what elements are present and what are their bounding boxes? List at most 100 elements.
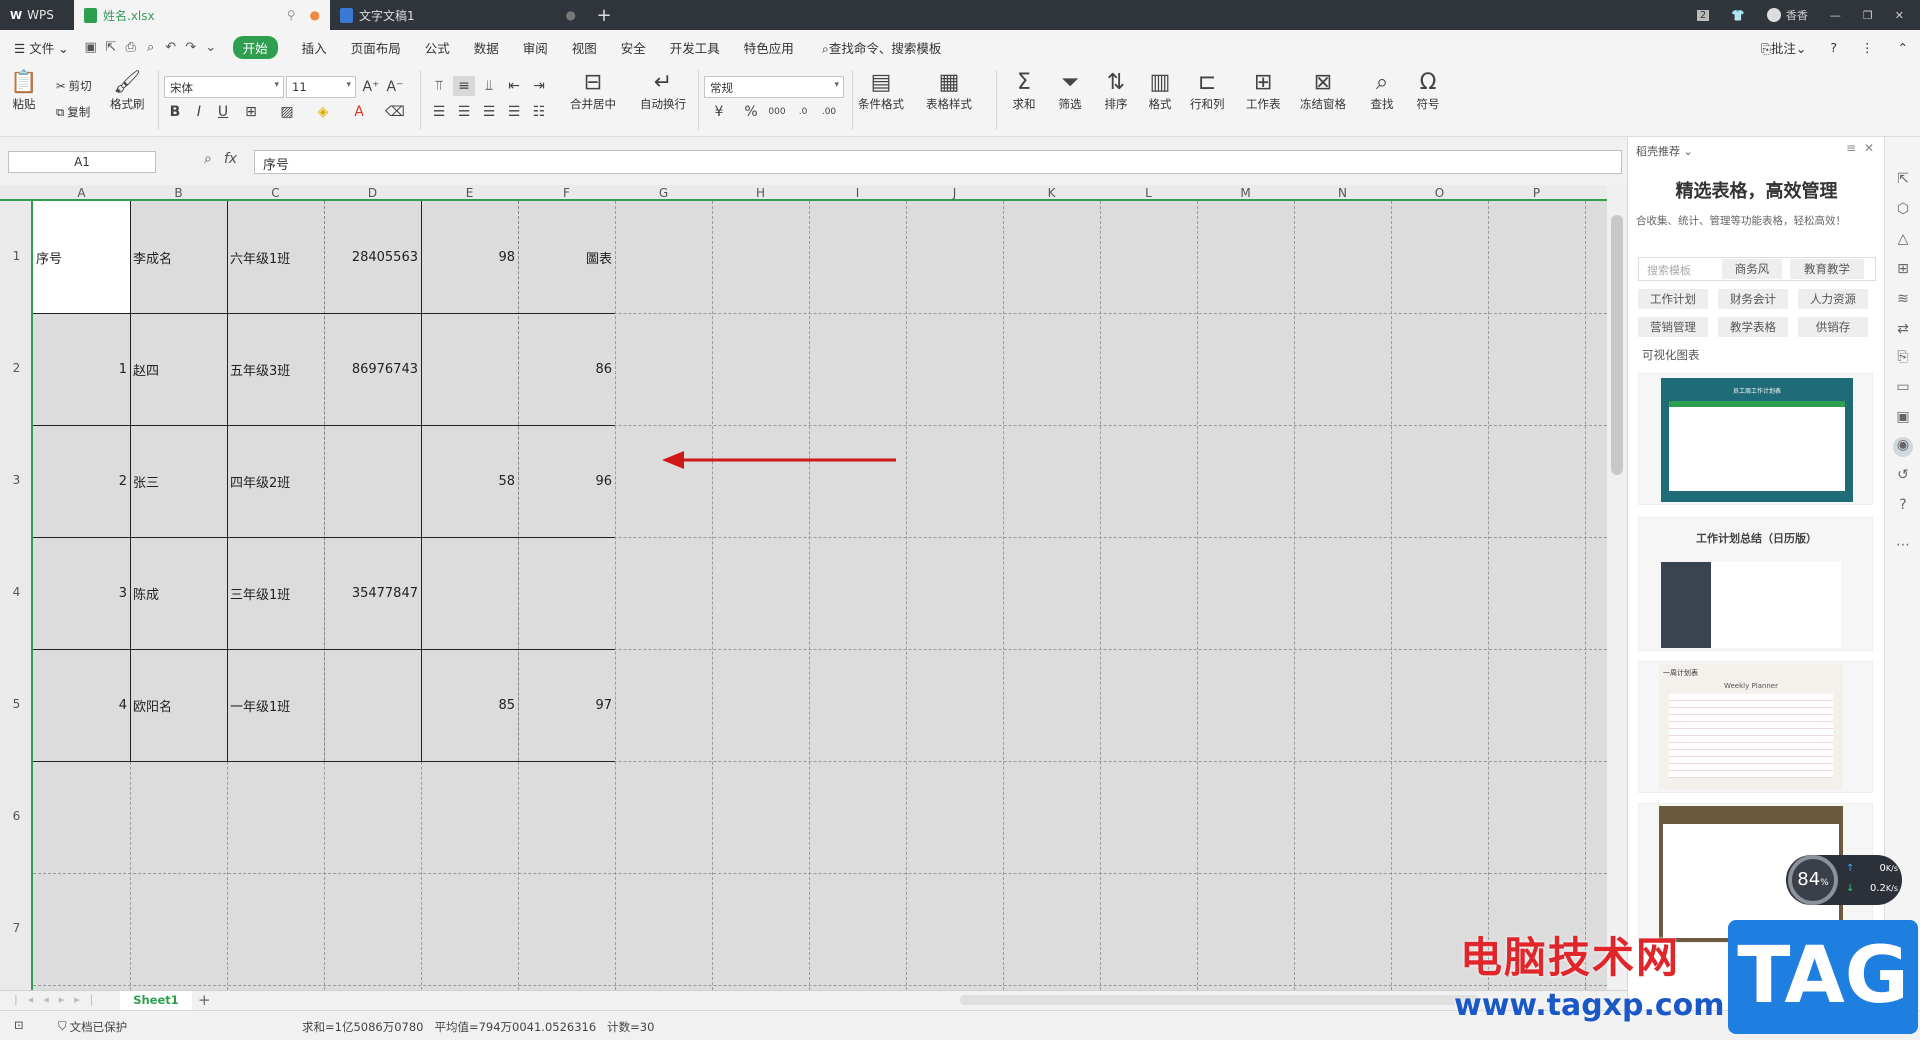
tab-review[interactable]: 审阅	[511, 38, 560, 57]
cell-c1[interactable]: 六年级1班	[227, 201, 324, 313]
format-painter-button[interactable]: 🖌 格式刷	[110, 68, 145, 112]
number-format-select[interactable]: 常规 ▾	[704, 76, 844, 98]
cell-d4[interactable]: 35477847	[324, 537, 421, 649]
tag-hr[interactable]: 人力资源	[1798, 289, 1868, 309]
column-header-d[interactable]: D	[324, 185, 421, 201]
select-icon[interactable]: ⇱	[1893, 171, 1913, 191]
cell-f3[interactable]: 96	[518, 425, 615, 537]
format-button[interactable]: ▥ 格式	[1146, 68, 1174, 112]
cell-e4[interactable]	[421, 537, 518, 649]
tag-education[interactable]: 教育教学	[1790, 259, 1864, 279]
copy-button[interactable]: ⧉ 复制	[56, 104, 90, 120]
decrease-font-icon[interactable]: A⁻	[384, 77, 406, 97]
tab-insert[interactable]: 插入	[290, 38, 339, 57]
thousands-icon[interactable]: 000	[766, 102, 788, 122]
column-header-g[interactable]: G	[615, 185, 712, 201]
row-header-2[interactable]: 2	[0, 361, 33, 375]
cell-e2[interactable]	[421, 313, 518, 425]
column-header-e[interactable]: E	[421, 185, 518, 201]
undo-icon[interactable]: ↶	[161, 40, 181, 55]
percent-icon[interactable]: %	[740, 102, 762, 122]
cell-e3[interactable]: 58	[421, 425, 518, 537]
status-icon[interactable]: ⊡	[14, 1018, 24, 1032]
tab-developer[interactable]: 开发工具	[658, 38, 732, 57]
tag-teaching[interactable]: 教学表格	[1718, 317, 1788, 337]
cell-f2[interactable]: 86	[518, 313, 615, 425]
clear-format-icon[interactable]: ⌫	[384, 102, 406, 122]
tab-xlsx[interactable]: 姓名.xlsx ⚲ ●	[74, 0, 330, 30]
increase-font-icon[interactable]: A⁺	[360, 77, 382, 97]
wrap-text-button[interactable]: ↵ 自动换行	[640, 68, 686, 112]
underline-icon[interactable]: U	[212, 102, 234, 122]
close-icon[interactable]: ✕	[1895, 9, 1904, 22]
column-header-a[interactable]: A	[33, 185, 130, 201]
sheet-nav-icon[interactable]: |◂◂▸▸|	[14, 993, 104, 1006]
annotation-button[interactable]: ⎘批注⌄	[1749, 38, 1819, 57]
command-search[interactable]: ⌕查找命令、搜索模板	[806, 38, 954, 57]
column-header-c[interactable]: C	[227, 185, 324, 201]
align-right-icon[interactable]: ☰	[478, 102, 500, 122]
tab-doc[interactable]: 文字文稿1 ●	[330, 0, 586, 30]
cell-a4[interactable]: 3	[33, 537, 130, 649]
table-style-button[interactable]: ▦ 表格样式	[926, 68, 972, 112]
row-header-7[interactable]: 7	[0, 921, 33, 935]
sort-button[interactable]: ⇅ 排序	[1102, 68, 1130, 112]
name-box[interactable]: A1	[8, 151, 156, 173]
font-family-select[interactable]: 宋体 ▾	[164, 76, 284, 98]
conditional-format-button[interactable]: ▤ 条件格式	[858, 68, 904, 112]
filter-button[interactable]: ⏷ 筛选	[1056, 68, 1084, 112]
add-sheet-icon[interactable]: +	[198, 991, 211, 1009]
panel-close-icon[interactable]: ✕	[1864, 141, 1874, 155]
pin-icon[interactable]: ⚲	[287, 8, 296, 22]
more-quick-icon[interactable]: ⌄	[201, 40, 221, 55]
tab-data[interactable]: 数据	[462, 38, 511, 57]
document-icon[interactable]: ⎘	[1893, 349, 1913, 369]
align-middle-icon[interactable]: ≡	[453, 76, 475, 96]
user-account[interactable]: 香香	[1766, 7, 1808, 23]
cell-a2[interactable]: 1	[33, 313, 130, 425]
sum-button[interactable]: Σ 求和	[1010, 68, 1038, 112]
cell-b5[interactable]: 欧阳名	[130, 649, 227, 761]
more-icon[interactable]: ⋯	[1893, 537, 1913, 557]
merge-center-button[interactable]: ⊟ 合并居中	[570, 68, 616, 112]
cell-d3[interactable]	[324, 425, 421, 537]
border-icon[interactable]: ⊞	[240, 102, 262, 122]
save-icon[interactable]: ▣	[81, 40, 101, 55]
minimize-icon[interactable]: —	[1830, 9, 1841, 22]
fill-pattern-icon[interactable]: ▨	[276, 102, 298, 122]
history-icon[interactable]: ↺	[1893, 467, 1913, 487]
cell-e5[interactable]: 85	[421, 649, 518, 761]
distribute-icon[interactable]: ☷	[528, 102, 550, 122]
currency-icon[interactable]: ¥	[708, 102, 730, 122]
tab-home[interactable]: 开始	[232, 35, 278, 59]
tag-marketing[interactable]: 营销管理	[1638, 317, 1708, 337]
increase-decimal-icon[interactable]: .0	[792, 102, 814, 122]
indent-decrease-icon[interactable]: ⇤	[503, 76, 525, 96]
tab-security[interactable]: 安全	[609, 38, 658, 57]
fill-color-icon[interactable]: ◈	[312, 102, 334, 122]
freeze-panes-button[interactable]: ⊠ 冻结窗格	[1300, 68, 1346, 112]
table-icon[interactable]: ⊞	[1893, 261, 1913, 281]
scroll-thumb[interactable]	[1611, 215, 1623, 475]
column-header-n[interactable]: N	[1294, 185, 1391, 201]
cell-c4[interactable]: 三年级1班	[227, 537, 324, 649]
rows-cols-button[interactable]: ⊏ 行和列	[1190, 68, 1225, 112]
cell-c3[interactable]: 四年级2班	[227, 425, 324, 537]
cell-b1[interactable]: 李成名	[130, 201, 227, 313]
row-header-5[interactable]: 5	[0, 697, 33, 711]
tag-work-plan[interactable]: 工作计划	[1638, 289, 1708, 309]
font-size-select[interactable]: 11 ▾	[286, 76, 356, 98]
image-icon[interactable]: ▣	[1893, 409, 1913, 429]
new-tab-button[interactable]: +	[586, 0, 622, 30]
font-color-icon[interactable]: A	[348, 102, 370, 122]
window-count-badge[interactable]: 2	[1696, 9, 1710, 21]
spreadsheet-grid[interactable]: ABCDEFGHIJKLMNOP 1234567 序号 李成名 六年级1班 28405…	[0, 185, 1607, 990]
indent-increase-icon[interactable]: ⇥	[528, 76, 550, 96]
worksheet-button[interactable]: ⊞ 工作表	[1246, 68, 1281, 112]
paste-button[interactable]: 📋 粘贴	[10, 68, 38, 112]
protect-status[interactable]: ⛉ 文档已保护	[58, 1019, 127, 1035]
fx-icon[interactable]: fx	[224, 151, 237, 167]
row-header-4[interactable]: 4	[0, 585, 33, 599]
row-header-6[interactable]: 6	[0, 809, 33, 823]
help-side-icon[interactable]: ?	[1893, 497, 1913, 517]
